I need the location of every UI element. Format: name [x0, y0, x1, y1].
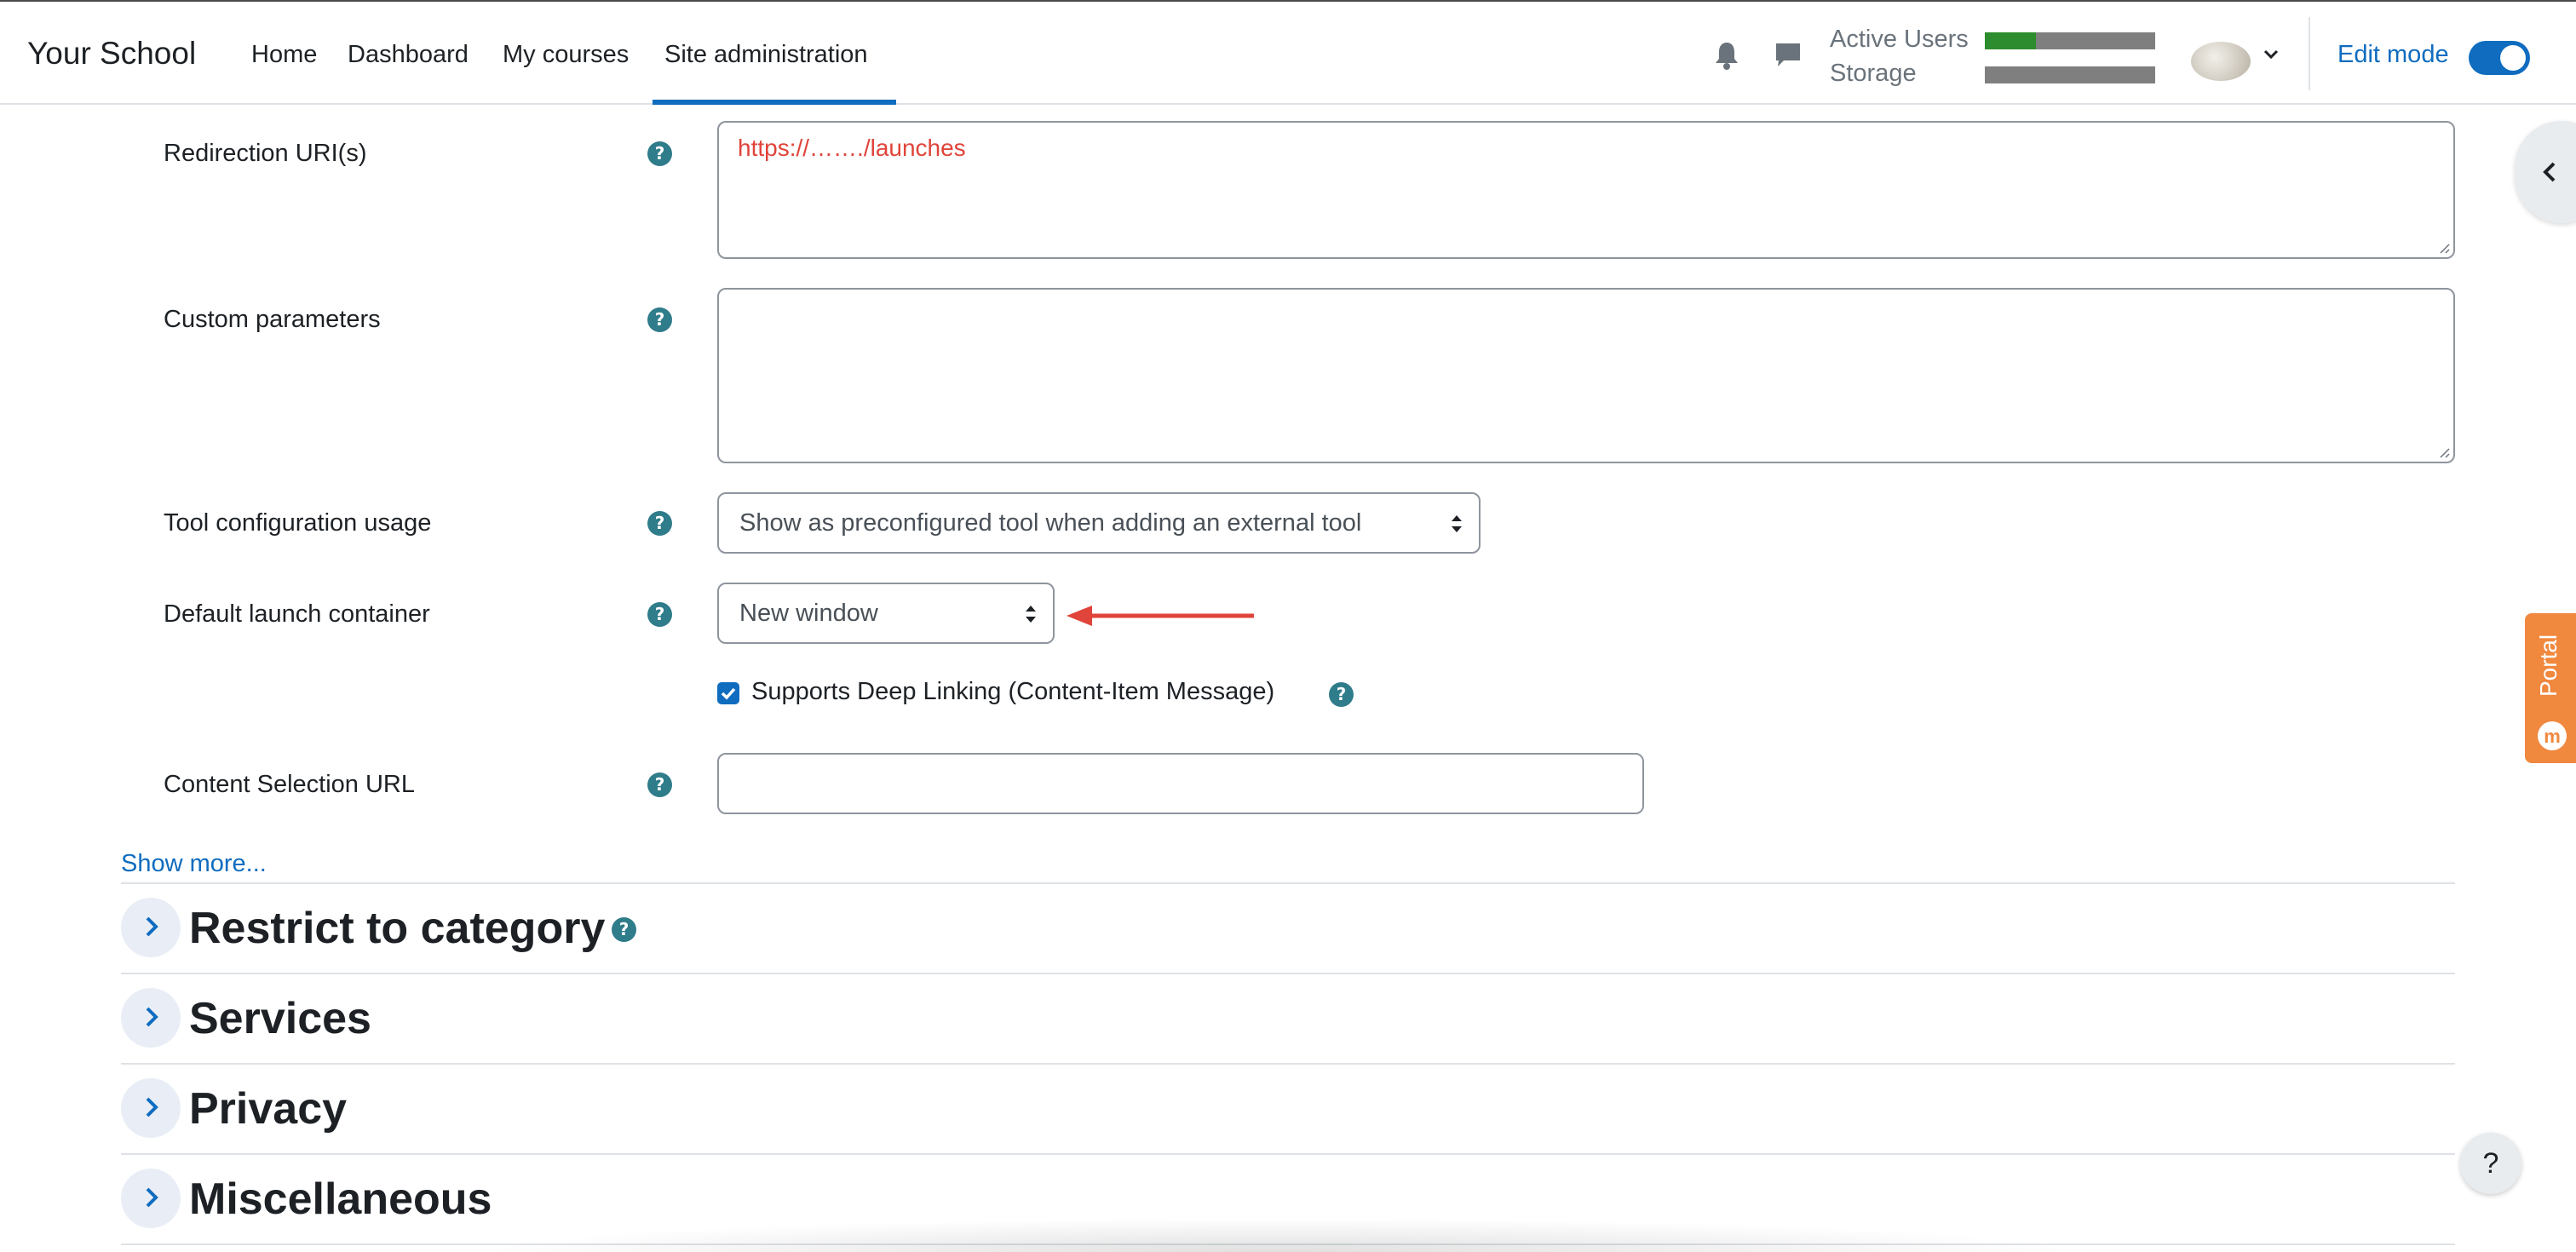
edit-mode-label: Edit mode	[2337, 41, 2449, 68]
chevron-right-icon[interactable]	[121, 1078, 181, 1138]
content-selection-label: Content Selection URL	[164, 771, 415, 798]
launch-container-selected: New window	[739, 600, 878, 627]
tool-usage-selected: Show as preconfigured tool when adding a…	[739, 509, 1362, 537]
site-brand[interactable]: Your School	[27, 36, 196, 72]
select-arrows-icon	[1452, 515, 1462, 532]
launch-container-select[interactable]: New window	[717, 583, 1055, 644]
section-services[interactable]: Services	[189, 993, 371, 1044]
select-arrows-icon	[1026, 606, 1036, 623]
nav-active-indicator	[653, 100, 896, 105]
checkmark-icon	[721, 687, 736, 700]
active-users-bar	[1985, 32, 2155, 49]
custom-parameters-help-icon[interactable]: ?	[647, 307, 672, 332]
redirection-uri-value: https://……./launches	[738, 135, 966, 161]
tool-usage-help-icon[interactable]: ?	[647, 511, 672, 536]
top-navbar: Your School Home Dashboard My courses Si…	[0, 0, 2576, 105]
portal-label[interactable]: Portal	[2535, 618, 2569, 712]
section-divider	[121, 1153, 2455, 1155]
chevron-right-icon[interactable]	[121, 1169, 181, 1228]
toggle-knob	[2500, 45, 2526, 71]
resize-grip-icon[interactable]	[2436, 445, 2450, 458]
drawer-toggle-button[interactable]	[2515, 121, 2576, 223]
deep-linking-checkbox[interactable]	[717, 682, 739, 704]
edit-mode-toggle[interactable]	[2469, 41, 2530, 75]
navbar-divider	[2309, 17, 2310, 90]
chevron-left-icon	[2543, 162, 2556, 182]
tool-usage-label: Tool configuration usage	[164, 509, 432, 537]
launch-container-help-icon[interactable]: ?	[647, 602, 672, 627]
section-divider	[121, 882, 2455, 884]
bell-icon[interactable]	[1714, 41, 1739, 70]
annotation-arrow-icon	[1067, 606, 1254, 626]
redirection-uri-textarea[interactable]: https://……./launches	[717, 121, 2455, 259]
custom-parameters-textarea[interactable]	[717, 288, 2455, 463]
restrict-category-help-icon[interactable]: ?	[612, 917, 636, 942]
content-selection-input[interactable]	[717, 753, 1644, 814]
nav-site-administration[interactable]: Site administration	[664, 41, 868, 69]
section-restrict-to-category[interactable]: Restrict to category	[189, 903, 605, 954]
redirection-uri-help-icon[interactable]: ?	[647, 141, 672, 166]
bottom-shadow	[477, 1218, 2079, 1252]
storage-label: Storage	[1830, 60, 1917, 87]
section-privacy[interactable]: Privacy	[189, 1083, 347, 1134]
chevron-right-icon[interactable]	[121, 898, 181, 957]
redirection-uri-label: Redirection URI(s)	[164, 140, 367, 167]
help-button[interactable]: ?	[2460, 1133, 2521, 1194]
storage-bar	[1985, 66, 2155, 83]
nav-my-courses[interactable]: My courses	[503, 41, 629, 69]
section-divider	[121, 1063, 2455, 1065]
active-users-label: Active Users	[1830, 26, 1969, 53]
launch-container-label: Default launch container	[164, 600, 430, 628]
custom-parameters-label: Custom parameters	[164, 306, 381, 333]
nav-dashboard[interactable]: Dashboard	[348, 41, 469, 69]
svg-text:m: m	[2544, 726, 2561, 747]
section-miscellaneous[interactable]: Miscellaneous	[189, 1174, 492, 1225]
chevron-down-icon[interactable]	[2261, 44, 2281, 65]
section-divider	[121, 973, 2455, 974]
deep-linking-label[interactable]: Supports Deep Linking (Content-Item Mess…	[751, 678, 1274, 706]
show-more-link[interactable]: Show more...	[121, 850, 267, 878]
content-selection-help-icon[interactable]: ?	[647, 772, 672, 797]
resize-grip-icon[interactable]	[2436, 240, 2450, 254]
chat-icon[interactable]	[1774, 41, 1803, 68]
chevron-right-icon[interactable]	[121, 988, 181, 1048]
tool-usage-select[interactable]: Show as preconfigured tool when adding a…	[717, 492, 1481, 554]
user-avatar[interactable]	[2191, 42, 2251, 81]
deep-linking-help-icon[interactable]: ?	[1329, 682, 1354, 707]
portal-logo-icon: m	[2538, 721, 2567, 750]
nav-home[interactable]: Home	[251, 41, 317, 69]
active-users-bar-fill	[1985, 32, 2036, 49]
